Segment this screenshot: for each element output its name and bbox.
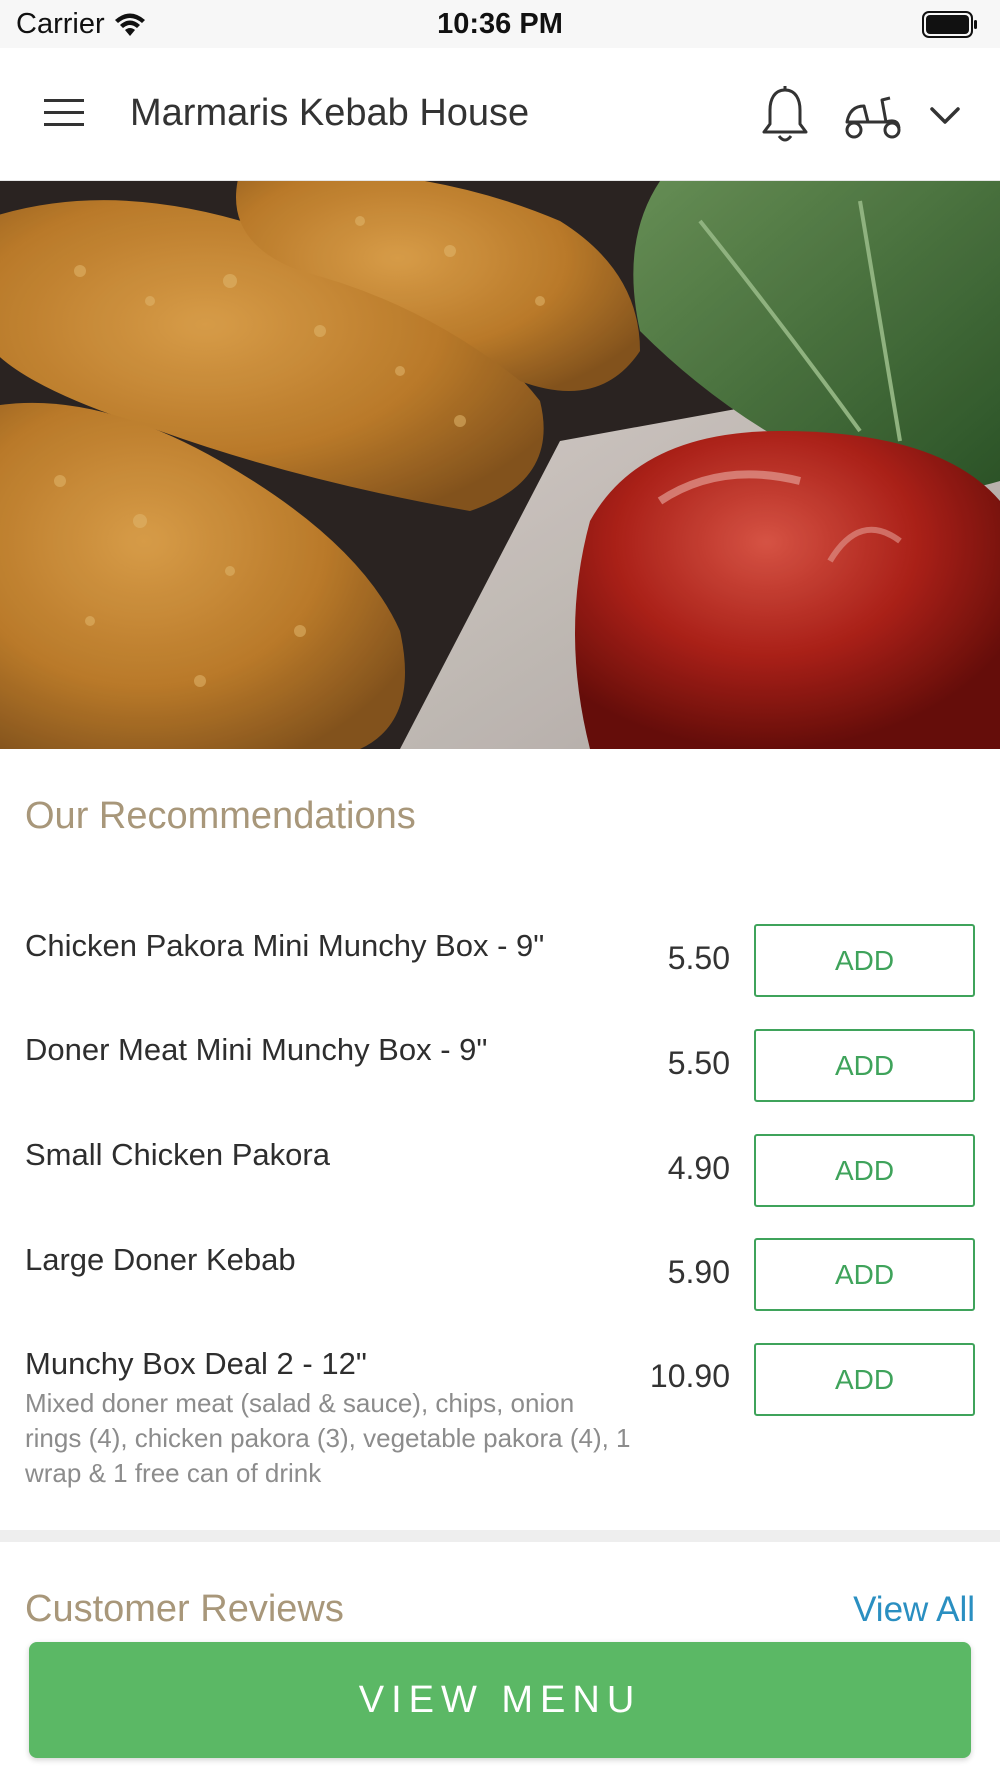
hero-food-image	[0, 181, 1000, 749]
delivery-mode-button[interactable]	[842, 92, 904, 140]
delivery-mode-dropdown[interactable]	[926, 100, 964, 130]
view-all-reviews-link[interactable]: View All	[853, 1590, 975, 1630]
menu-item-price: 5.90	[667, 1254, 730, 1290]
menu-item-name: Doner Meat Mini Munchy Box - 9"	[25, 1032, 488, 1067]
recommendations-heading: Our Recommendations	[25, 795, 416, 837]
section-divider	[0, 1530, 1000, 1542]
hamburger-menu-icon	[44, 99, 84, 126]
menu-item-price: 5.50	[667, 1045, 730, 1081]
add-item-button[interactable]: ADD	[754, 1343, 975, 1416]
status-time: 10:36 PM	[437, 8, 563, 40]
menu-item-name: Chicken Pakora Mini Munchy Box - 9"	[25, 928, 545, 963]
chevron-down-icon	[930, 107, 960, 124]
app-header: Marmaris Kebab House	[0, 48, 1000, 181]
restaurant-title: Marmaris Kebab House	[130, 92, 530, 134]
view-menu-button[interactable]: VIEW MENU	[29, 1642, 971, 1758]
add-item-button[interactable]: ADD	[754, 1029, 975, 1102]
menu-item-price: 10.90	[649, 1358, 730, 1394]
add-item-button[interactable]: ADD	[754, 1238, 975, 1311]
add-item-button[interactable]: ADD	[754, 1134, 975, 1207]
add-item-button[interactable]: ADD	[754, 924, 975, 997]
menu-item-price: 4.90	[667, 1150, 730, 1186]
bell-icon	[762, 86, 808, 142]
menu-button[interactable]	[40, 93, 90, 133]
notifications-button[interactable]	[758, 84, 812, 146]
reviews-heading: Customer Reviews	[25, 1588, 344, 1630]
menu-item-price: 5.50	[667, 940, 730, 976]
delivery-scooter-icon	[845, 96, 901, 139]
menu-item-name: Large Doner Kebab	[25, 1242, 296, 1277]
menu-item-name: Munchy Box Deal 2 - 12"	[25, 1346, 367, 1381]
menu-item-description: Mixed doner meat (salad & sauce), chips,…	[25, 1388, 631, 1488]
battery-icon	[922, 11, 977, 38]
status-bar: Carrier 10:36 PM	[0, 0, 1000, 48]
chicken-pakora-photo	[0, 181, 1000, 749]
menu-item-name: Small Chicken Pakora	[25, 1137, 330, 1172]
